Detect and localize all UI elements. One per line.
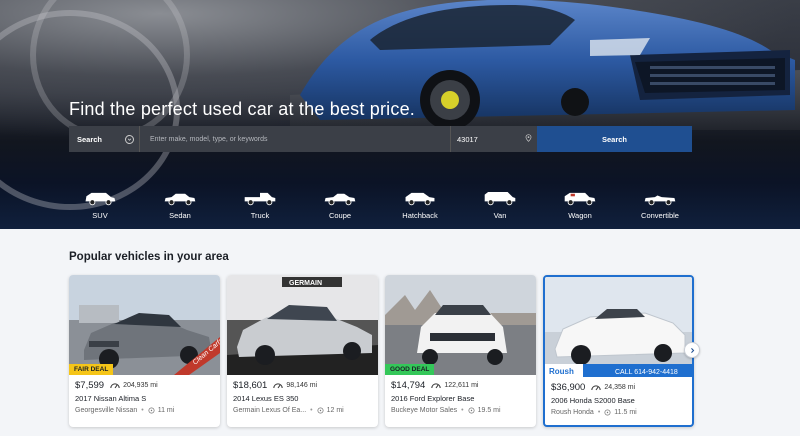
search-type-label: Search xyxy=(77,134,103,144)
vehicle-card[interactable]: Clean Carfax FAIR DEAL $7,599 204,935 mi… xyxy=(69,275,220,427)
odometer-icon xyxy=(431,383,442,389)
mileage-value: 24,358 mi xyxy=(604,384,636,391)
search-type-dropdown[interactable]: Search xyxy=(69,126,140,152)
vehicle-price: $14,794 xyxy=(391,380,426,391)
mileage-value: 122,611 mi xyxy=(444,382,479,389)
chevron-right-icon xyxy=(690,347,694,353)
location-pin-icon xyxy=(468,407,475,414)
dealer-phone-banner: CALL 614-942-4418 xyxy=(615,369,678,376)
odometer-icon xyxy=(110,383,120,389)
dealer-name: Germain Lexus Of Ea... xyxy=(233,407,307,414)
mileage-value: 98,146 mi xyxy=(286,382,318,389)
vehicle-card[interactable]: GERMAIN $18,601 98,146 mi 2014 Lexus ES … xyxy=(227,275,378,427)
location-pin-icon[interactable] xyxy=(525,134,532,144)
distance: 11.5 mi xyxy=(614,409,637,416)
deal-badge: FAIR DEAL xyxy=(69,364,114,375)
body-type-label: Hatchback xyxy=(402,211,438,220)
van-icon xyxy=(484,192,516,206)
hero-title: Find the perfect used car at the best pr… xyxy=(69,99,415,119)
separator-dot: • xyxy=(461,407,464,414)
vehicle-title[interactable]: 2016 Ford Explorer Base xyxy=(391,394,530,403)
distance: 11 mi xyxy=(157,407,175,414)
vehicle-photo[interactable]: GOOD DEAL xyxy=(385,275,536,375)
vehicle-card[interactable]: GOOD DEAL $14,794 122,611 mi 2016 Ford E… xyxy=(385,275,536,427)
convertible-icon xyxy=(644,195,676,206)
dealer-name: Georgesville Nissan xyxy=(75,407,138,414)
vehicle-photo[interactable]: Roush CALL 614-942-4418 xyxy=(545,277,692,377)
coupe-icon xyxy=(324,193,356,206)
odometer-icon xyxy=(273,383,284,389)
mileage: 122,611 mi xyxy=(431,382,478,389)
chevron-down-icon xyxy=(125,134,134,144)
deal-badge: GOOD DEAL xyxy=(385,364,435,375)
dealer-name: Roush Honda xyxy=(551,409,594,416)
body-type-convertible[interactable]: Convertible xyxy=(620,186,700,222)
body-type-sedan[interactable]: Sedan xyxy=(140,186,220,222)
popular-section-title: Popular vehicles in your area xyxy=(69,251,229,263)
zip-code-input[interactable]: 43017 xyxy=(451,126,537,152)
vehicle-title[interactable]: 2017 Nissan Altima S xyxy=(75,394,214,403)
vehicle-title[interactable]: 2014 Lexus ES 350 xyxy=(233,394,372,403)
distance: 19.5 mi xyxy=(477,407,501,414)
body-type-van[interactable]: Van xyxy=(460,186,540,222)
search-bar: Search Enter make, model, type, or keywo… xyxy=(69,126,692,152)
separator-dot: • xyxy=(310,407,313,414)
vehicle-photo[interactable]: GERMAIN xyxy=(227,275,378,375)
body-type-coupe[interactable]: Coupe xyxy=(300,186,380,222)
location-pin-icon xyxy=(148,407,155,414)
body-type-label: Sedan xyxy=(169,211,191,220)
suv-icon xyxy=(85,192,116,206)
body-type-label: Convertible xyxy=(641,211,679,220)
hatchback-icon xyxy=(405,192,435,206)
body-type-wagon[interactable]: Wagon xyxy=(540,186,620,222)
truck-icon xyxy=(244,192,276,206)
vehicle-carousel: Clean Carfax FAIR DEAL $7,599 204,935 mi… xyxy=(69,275,695,427)
dealer-name: Buckeye Motor Sales xyxy=(391,407,458,414)
dealer-sign: GERMAIN xyxy=(289,280,322,287)
separator-dot: • xyxy=(141,407,144,414)
vehicle-price: $7,599 xyxy=(75,380,105,391)
mileage: 98,146 mi xyxy=(273,382,317,389)
carousel-next-button[interactable] xyxy=(684,342,700,358)
search-button[interactable]: Search xyxy=(537,126,692,152)
dealer-brand-logo: Roush xyxy=(549,367,574,376)
wagon-icon xyxy=(564,192,596,206)
mileage: 204,935 mi xyxy=(110,382,158,389)
mileage: 24,358 mi xyxy=(591,384,635,391)
distance: 12 mi xyxy=(326,407,344,414)
body-type-label: SUV xyxy=(92,211,108,220)
location-pin-icon xyxy=(604,409,611,416)
hero-banner: Find the perfect used car at the best pr… xyxy=(0,0,800,229)
body-type-label: Coupe xyxy=(328,211,352,220)
zip-code-value: 43017 xyxy=(457,134,478,144)
keyword-search-placeholder: Enter make, model, type, or keywords xyxy=(150,135,268,143)
location-pin-icon xyxy=(317,407,324,414)
body-type-hatchback[interactable]: Hatchback xyxy=(380,186,460,222)
sedan-icon xyxy=(164,193,196,206)
vehicle-card[interactable]: Roush CALL 614-942-4418 $36,900 24,358 m… xyxy=(543,275,694,427)
mileage-value: 204,935 mi xyxy=(123,382,158,389)
body-type-suv[interactable]: SUV xyxy=(60,186,140,222)
body-type-label: Wagon xyxy=(568,211,592,220)
vehicle-title[interactable]: 2006 Honda S2000 Base xyxy=(551,396,686,405)
vehicle-photo[interactable]: Clean Carfax FAIR DEAL xyxy=(69,275,220,375)
body-type-nav: SUV Sedan Truck Coupe Hatchback Van Wago… xyxy=(60,186,740,222)
body-type-label: Van xyxy=(493,211,507,220)
odometer-icon xyxy=(591,385,602,391)
separator-dot: • xyxy=(597,409,601,416)
body-type-truck[interactable]: Truck xyxy=(220,186,300,222)
body-type-label: Truck xyxy=(250,211,270,220)
keyword-search-input[interactable]: Enter make, model, type, or keywords xyxy=(140,126,451,152)
vehicle-price: $36,900 xyxy=(551,382,586,393)
vehicle-price: $18,601 xyxy=(233,380,268,391)
